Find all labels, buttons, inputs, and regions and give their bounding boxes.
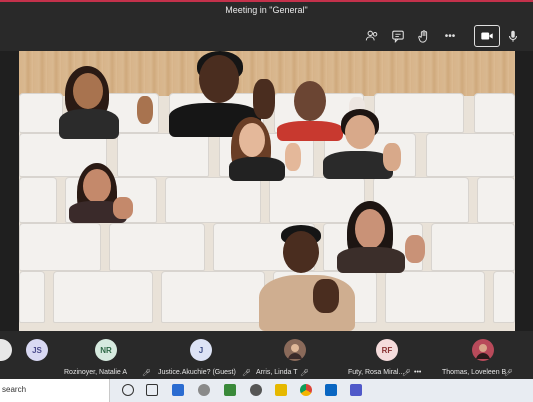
- calculator-icon[interactable]: [224, 384, 236, 396]
- participant-tile[interactable]: RF Futy, Rosa Miral... 🎤︎ •••: [344, 331, 438, 379]
- participant-name: Rozinoyer, Natalie A: [64, 369, 128, 376]
- meeting-toolbar: •••: [0, 20, 533, 51]
- title-bar: Meeting in "General": [0, 0, 533, 20]
- chair-row: [19, 223, 515, 271]
- settings-icon[interactable]: [250, 384, 262, 396]
- mic-off-icon: 🎤︎: [142, 370, 151, 377]
- mic-off-icon: 🎤︎: [300, 370, 309, 377]
- participant-tile[interactable]: NR Rozinoyer, Natalie A 🎤︎: [60, 331, 152, 379]
- avatar: [284, 339, 306, 361]
- participant-tile[interactable]: Thomas, Loveleen B 🎤︎: [440, 331, 530, 379]
- shared-video: [19, 51, 515, 331]
- participant-strip: JS NR Rozinoyer, Natalie A 🎤︎ J Justice.…: [0, 331, 533, 379]
- participants-icon[interactable]: [362, 26, 382, 46]
- participant-name: Futy, Rosa Miral...: [348, 369, 405, 376]
- participant-name: Arris, Linda T: [256, 369, 298, 376]
- avatar: NR: [95, 339, 117, 361]
- windows-taskbar: search: [0, 379, 533, 402]
- raise-hand-icon[interactable]: [414, 26, 434, 46]
- window-title: Meeting in "General": [225, 5, 308, 15]
- taskbar-search[interactable]: search: [0, 379, 110, 402]
- participant-tile[interactable]: [0, 331, 12, 379]
- more-options-icon[interactable]: •••: [440, 26, 460, 46]
- microphone-icon[interactable]: [503, 26, 523, 46]
- teams-icon[interactable]: [350, 384, 362, 396]
- task-view-icon[interactable]: [146, 384, 158, 396]
- video-stage: [0, 51, 533, 331]
- file-explorer-icon[interactable]: [275, 384, 287, 396]
- mic-off-icon: 🎤︎: [242, 370, 251, 377]
- edge-icon[interactable]: [172, 384, 184, 396]
- avatar: RF: [376, 339, 398, 361]
- camera-icon[interactable]: [474, 25, 500, 47]
- chrome-icon[interactable]: [300, 384, 312, 396]
- avatar: [472, 339, 494, 361]
- participant-tile[interactable]: JS: [14, 331, 54, 379]
- mic-off-icon: 🎤︎: [402, 370, 411, 377]
- cortana-icon[interactable]: [122, 384, 134, 396]
- outlook-icon[interactable]: [325, 384, 337, 396]
- avatar: JS: [26, 339, 48, 361]
- avatar: J: [190, 339, 212, 361]
- avatar: [0, 339, 12, 361]
- participant-name: Justice.Akuchie? (Guest): [158, 369, 236, 376]
- chat-icon[interactable]: [388, 26, 408, 46]
- more-options-icon[interactable]: •••: [414, 369, 421, 376]
- participant-tile[interactable]: J Justice.Akuchie? (Guest) 🎤︎: [158, 331, 251, 379]
- participant-name: Thomas, Loveleen B: [442, 369, 507, 376]
- participant-tile[interactable]: Arris, Linda T 🎤︎: [252, 331, 340, 379]
- disk-icon[interactable]: [198, 384, 210, 396]
- mic-off-icon: 🎤︎: [504, 370, 513, 377]
